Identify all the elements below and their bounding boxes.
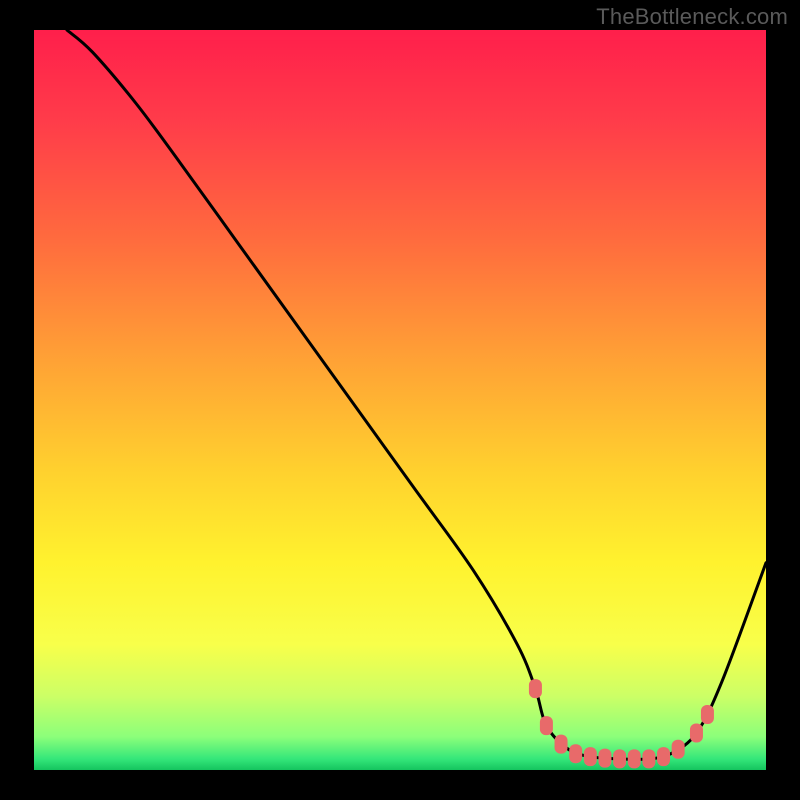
highlight-dot [657, 747, 670, 766]
highlight-dot [569, 744, 582, 763]
bottleneck-chart [0, 0, 800, 800]
chart-frame: TheBottleneck.com [0, 0, 800, 800]
watermark-text: TheBottleneck.com [596, 4, 788, 30]
highlight-dot [613, 749, 626, 768]
gradient-background [34, 30, 766, 770]
highlight-dot [540, 716, 553, 735]
highlight-dot [628, 749, 641, 768]
highlight-dot [701, 705, 714, 724]
highlight-dot [672, 740, 685, 759]
highlight-dot [690, 724, 703, 743]
highlight-dot [642, 749, 655, 768]
highlight-dot [598, 749, 611, 768]
highlight-dot [555, 735, 568, 754]
highlight-dot [584, 747, 597, 766]
highlight-dot [529, 679, 542, 698]
